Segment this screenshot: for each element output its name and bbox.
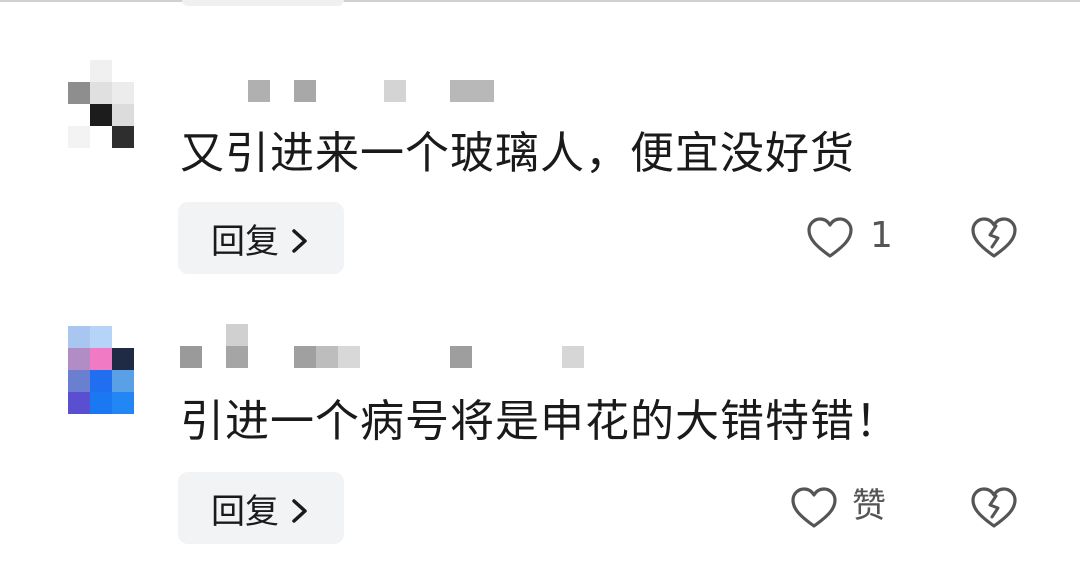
like-count: 1 <box>870 215 893 256</box>
avatar[interactable] <box>68 326 134 416</box>
heart-outline-icon[interactable] <box>806 216 854 260</box>
comment-text: 引进一个病号将是申花的大错特错！ <box>180 396 900 447</box>
reply-label: 回复 <box>211 221 279 262</box>
chevron-right-icon <box>289 494 311 523</box>
heart-outline-icon[interactable] <box>790 486 838 530</box>
comment-item: 又引进来一个玻璃人，便宜没好货 回复 1 <box>0 60 1080 320</box>
broken-heart-icon[interactable] <box>970 486 1018 530</box>
reply-button[interactable]: 回复 <box>178 202 344 274</box>
username-blurred[interactable] <box>180 80 600 110</box>
username-blurred[interactable] <box>180 324 600 376</box>
reply-button[interactable]: 回复 <box>178 472 344 544</box>
avatar[interactable] <box>68 60 134 150</box>
top-divider <box>0 0 1080 2</box>
comment-item: 引进一个病号将是申花的大错特错！ 回复 赞 <box>0 324 1080 586</box>
like-label: 赞 <box>852 486 886 526</box>
previous-reply-button-edge[interactable] <box>182 0 344 6</box>
reply-label: 回复 <box>211 491 279 532</box>
chevron-right-icon <box>289 224 311 253</box>
broken-heart-icon[interactable] <box>970 216 1018 260</box>
comment-text: 又引进来一个玻璃人，便宜没好货 <box>180 128 855 179</box>
